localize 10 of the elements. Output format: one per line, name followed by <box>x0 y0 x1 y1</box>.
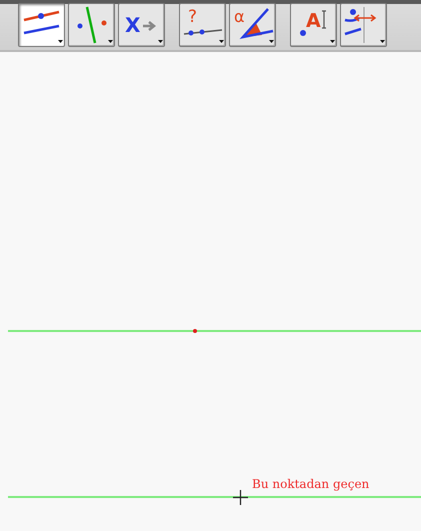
point-label: Bu noktadan geçen <box>252 477 370 491</box>
crosshair-cursor-icon <box>233 490 248 505</box>
tool-button[interactable]: X <box>118 3 165 47</box>
tool-button[interactable]: ? <box>179 3 226 47</box>
tool-button[interactable] <box>68 3 115 47</box>
tool-button[interactable]: A <box>290 3 337 47</box>
point <box>193 329 197 333</box>
tool-button[interactable] <box>340 3 387 47</box>
tool-button[interactable] <box>18 3 65 47</box>
tool-button[interactable]: α <box>229 3 276 47</box>
